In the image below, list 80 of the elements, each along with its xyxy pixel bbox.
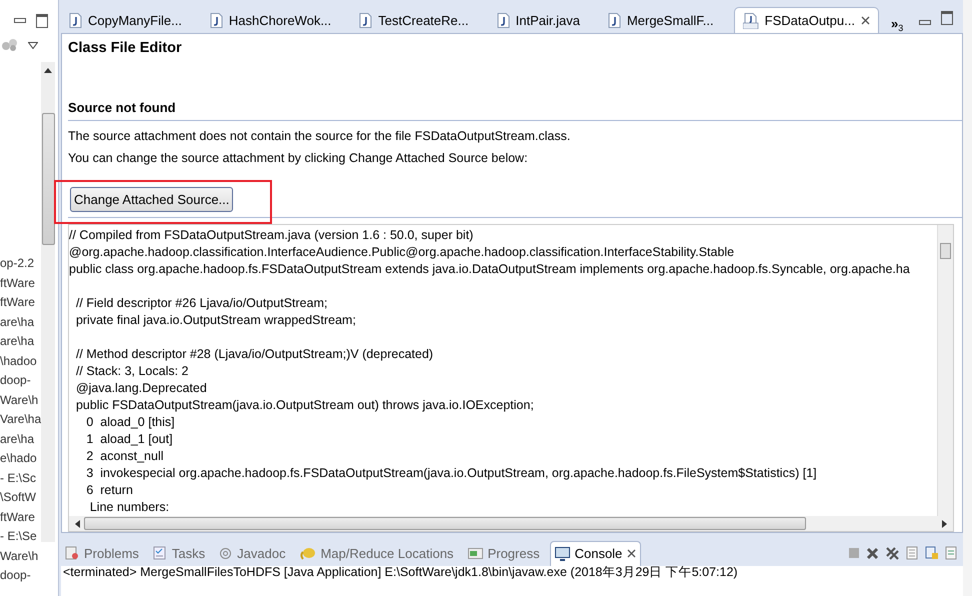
path-text: are\ha [0,430,34,448]
editor-tab[interactable]: TestCreateRe... [351,8,483,33]
maximize-icon[interactable] [941,11,953,25]
path-text: Ware\h [0,548,38,564]
code-line: // Compiled from FSDataOutputStream.java (version 1.6 : 50.0, super bit) [69,227,474,244]
minimize-icon[interactable] [919,20,931,25]
section-title: Source not found [68,100,177,116]
class-file-icon [742,12,759,28]
scroll-thumb[interactable] [940,243,951,259]
path-text: doop- [0,567,31,584]
scroll-left-icon[interactable] [75,520,80,528]
code-line: 0 aload_0 [this] [85,414,176,431]
tasks-icon [152,546,167,560]
code-line: @java.lang.Deprecated [74,380,208,397]
editor-tab[interactable]: IntPair.java [488,8,594,33]
code-line: @org.apache.hadoop.classification.InterfaceAudience.Public@org.apache.hadoop.classification.InterfaceStability.Stable [69,244,736,261]
path-text: \hadoo [0,352,37,370]
problems-icon [65,546,79,560]
scroll-right-icon[interactable] [942,520,947,528]
path-text: are\ha [0,314,34,330]
path-text: ftWare [0,508,35,526]
scrollbar[interactable] [41,62,56,542]
java-file-icon [496,13,510,28]
code-line: 1 aload_1 [out] [85,431,174,448]
view-tab[interactable]: Progress [464,541,544,565]
code-line: // Stack: 3, Locals: 2 [74,363,190,380]
scroll-thumb[interactable] [84,517,806,530]
code-line: public class org.apache.hadoop.fs.FSDataOutputStream extends java.io.DataOutputStream implements org.apache.hadoop.fs.Syncable, org.apache.ha [69,261,911,278]
view-tab[interactable]: Tasks [148,541,210,565]
editor-tab[interactable]: MergeSmallF... [600,8,728,33]
path-text: e\hado [0,450,37,467]
path-text: ftWare [0,294,35,311]
editor-tab[interactable]: FSDataOutpu... [734,7,879,33]
more-tabs-button[interactable]: »$_{3}$ [884,8,910,33]
path-text: op-2.2 [0,255,34,272]
remove-all-icon[interactable] [885,546,900,560]
path-text: are\ha [0,333,34,350]
monitor-icon [554,546,570,560]
console-status: <terminated> MergeSmallFilesToHDFS [Java Application] E:\SoftWare\jdk1.8\bin\javaw.exe (2018年3月29日 下午5:07:12) [61,566,963,596]
minimize-icon[interactable] [14,18,26,23]
path-text: ftWare [0,274,35,292]
view-tab[interactable]: Problems [61,541,143,565]
message-text: The source attachment does not contain the source for the file FSDataOutputStream.class. [68,129,572,145]
editor-tab[interactable]: HashChoreWok... [202,8,346,33]
change-source-button[interactable]: Change Attached Source... [70,187,234,212]
view-tab[interactable]: Console [550,540,642,566]
path-text: \SoftW [0,489,36,506]
path-text: - E:\Sc [0,470,36,486]
scroll-up-icon[interactable] [44,68,52,73]
code-line: 3 invokespecial org.apache.hadoop.fs.FSDataOutputStream(java.io.OutputStream, org.apache.hadoop.fs.FileSystem$Statistics) [1] [85,465,818,482]
document-icon[interactable] [906,546,919,560]
java-file-icon [608,13,621,28]
close-icon[interactable] [627,549,636,558]
code-line: 2 aconst_null [85,448,165,465]
editor-title: Class File Editor [68,40,183,58]
code-line: // Method descriptor #28 (Ljava/io/OutputStream;)V (deprecated) [74,346,434,363]
dropdown-icon[interactable] [28,42,38,48]
code-line: // Field descriptor #26 Ljava/io/OutputStream; [74,295,328,312]
path-text: - E:\Se [0,528,37,545]
path-text: Ware\h [0,392,38,408]
code-line: 6 return [85,482,134,499]
remove-icon[interactable] [866,546,879,560]
code-line: public FSDataOutputStream(java.io.OutputStream out) throws java.io.IOException; [74,397,535,414]
path-text: Vare\ha [0,411,42,428]
code-line: Line numbers: [88,499,170,516]
maximize-icon[interactable] [36,14,48,28]
view-tab[interactable]: Map/Reduce Locations [296,541,458,565]
java-file-icon [69,13,82,28]
message-text: You can change the source attachment by clicking Change Attached Source below: [68,151,529,167]
scroll-thumb[interactable] [42,113,55,245]
vertical-scrollbar[interactable] [937,225,953,516]
code-line: private final java.io.OutputStream wrappedStream; [74,312,357,329]
path-text: doop- [0,372,31,389]
editor-tab[interactable]: CopyManyFile... [61,8,196,33]
java-file-icon [210,13,223,28]
close-icon[interactable] [860,16,870,25]
horizontal-scrollbar[interactable] [69,516,953,531]
java-file-icon [359,13,372,28]
progress-icon [468,548,483,558]
view-tab[interactable]: Javadoc [215,541,290,565]
